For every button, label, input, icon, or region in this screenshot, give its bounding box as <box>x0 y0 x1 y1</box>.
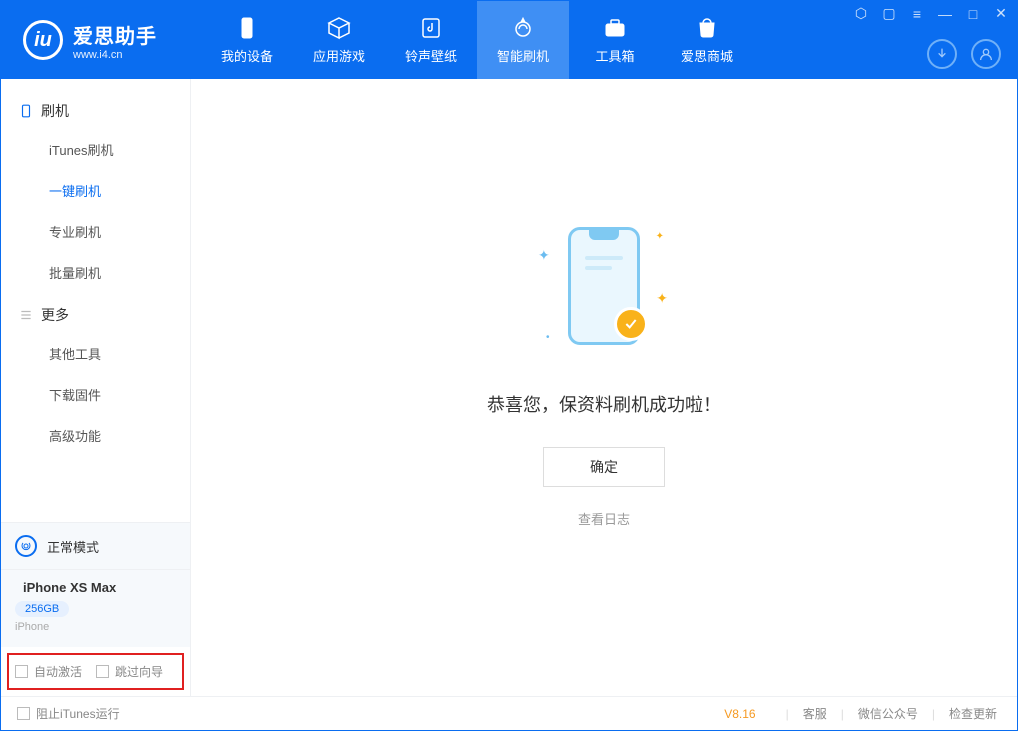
list-icon <box>19 308 33 322</box>
nav-label: 我的设备 <box>221 46 273 65</box>
success-message: 恭喜您，保资料刷机成功啦！ <box>487 391 721 417</box>
shop-icon <box>695 16 719 40</box>
sidebar-scroll: 刷机 iTunes刷机 一键刷机 专业刷机 批量刷机 更多 其他工具 下载固件 … <box>1 79 190 522</box>
device-icon <box>235 16 259 40</box>
mode-icon <box>15 535 37 557</box>
nav-apps-games[interactable]: 应用游戏 <box>293 1 385 79</box>
separator: | <box>932 707 935 721</box>
logo-area: iu 爱思助手 www.i4.cn <box>1 1 201 79</box>
checkbox-label: 阻止iTunes运行 <box>36 705 120 722</box>
group-title: 更多 <box>41 305 69 325</box>
success-hero: ✦ ✦ • ✦ 恭喜您，保资料刷机成功啦！ 确定 查看日志 <box>487 217 721 528</box>
body: 刷机 iTunes刷机 一键刷机 专业刷机 批量刷机 更多 其他工具 下载固件 … <box>1 79 1017 696</box>
app-title: 爱思助手 <box>73 20 157 49</box>
view-log-link[interactable]: 查看日志 <box>578 509 630 528</box>
separator: | <box>786 707 789 721</box>
nav-ringtones-wallpapers[interactable]: 铃声壁纸 <box>385 1 477 79</box>
device-name-row: iPhone XS Max <box>15 580 176 595</box>
phone-illustration: ✦ ✦ • ✦ <box>524 217 684 367</box>
sidebar-item-batch-flash[interactable]: 批量刷机 <box>1 252 190 293</box>
mode-label: 正常模式 <box>47 537 99 556</box>
checkbox-block-itunes[interactable]: 阻止iTunes运行 <box>17 705 120 722</box>
tshirt-icon[interactable]: ⬡ <box>853 5 869 22</box>
device-detail-box[interactable]: iPhone XS Max 256GB iPhone <box>1 569 190 647</box>
download-button[interactable] <box>927 39 957 69</box>
nav-shop[interactable]: 爱思商城 <box>661 1 753 79</box>
sidebar-item-download-firmware[interactable]: 下载固件 <box>1 374 190 415</box>
app-subtitle: www.i4.cn <box>73 49 157 61</box>
checkbox-label: 自动激活 <box>34 663 82 680</box>
user-button[interactable] <box>971 39 1001 69</box>
cube-icon <box>327 16 351 40</box>
sidebar-item-other-tools[interactable]: 其他工具 <box>1 333 190 374</box>
sparkle-icon: ✦ <box>656 231 664 242</box>
footer-link-update[interactable]: 检查更新 <box>945 705 1001 722</box>
checkbox-box <box>15 665 28 678</box>
minimize-button[interactable]: — <box>937 6 953 22</box>
logo-text: 爱思助手 www.i4.cn <box>73 20 157 61</box>
sparkle-icon: ✦ <box>656 290 668 307</box>
nav-label: 爱思商城 <box>681 46 733 65</box>
footer: 阻止iTunes运行 V8.16 | 客服 | 微信公众号 | 检查更新 <box>1 696 1017 730</box>
sidebar: 刷机 iTunes刷机 一键刷机 专业刷机 批量刷机 更多 其他工具 下载固件 … <box>1 79 191 696</box>
checkbox-label: 跳过向导 <box>115 663 163 680</box>
sidebar-group-more: 更多 <box>1 293 190 333</box>
app-window: iu 爱思助手 www.i4.cn 我的设备 应用游戏 铃声壁纸 智能刷机 <box>0 0 1018 731</box>
main-content: ✦ ✦ • ✦ 恭喜您，保资料刷机成功啦！ 确定 查看日志 <box>191 79 1017 696</box>
sidebar-item-oneclick-flash[interactable]: 一键刷机 <box>1 170 190 211</box>
nav-label: 智能刷机 <box>497 46 549 65</box>
sidebar-item-itunes-flash[interactable]: iTunes刷机 <box>1 129 190 170</box>
device-type: iPhone <box>15 621 176 633</box>
separator: | <box>841 707 844 721</box>
footer-link-support[interactable]: 客服 <box>799 705 831 722</box>
main-nav: 我的设备 应用游戏 铃声壁纸 智能刷机 工具箱 爱思商城 <box>201 1 753 79</box>
flash-options-row: 自动激活 跳过向导 <box>7 653 184 690</box>
music-icon <box>419 16 443 40</box>
sidebar-item-advanced[interactable]: 高级功能 <box>1 415 190 456</box>
device-storage-badge: 256GB <box>15 601 69 617</box>
ok-button[interactable]: 确定 <box>543 447 665 487</box>
checkbox-box <box>17 707 30 720</box>
nav-label: 工具箱 <box>595 46 634 65</box>
footer-link-wechat[interactable]: 微信公众号 <box>854 705 922 722</box>
logo-icon: iu <box>23 20 63 60</box>
menu-icon[interactable]: ≡ <box>909 6 925 22</box>
refresh-icon <box>511 16 535 40</box>
header: iu 爱思助手 www.i4.cn 我的设备 应用游戏 铃声壁纸 智能刷机 <box>1 1 1017 79</box>
sparkle-icon: ✦ <box>538 247 550 264</box>
checkbox-box <box>96 665 109 678</box>
header-right-icons <box>927 39 1001 69</box>
device-name: iPhone XS Max <box>23 580 116 595</box>
group-title: 刷机 <box>41 101 69 121</box>
sidebar-item-pro-flash[interactable]: 专业刷机 <box>1 211 190 252</box>
sparkle-icon: • <box>546 332 550 343</box>
nav-label: 应用游戏 <box>313 46 365 65</box>
sidebar-group-flash: 刷机 <box>1 89 190 129</box>
phone-icon <box>19 104 33 118</box>
maximize-button[interactable]: □ <box>965 6 981 22</box>
version-label: V8.16 <box>724 707 755 721</box>
nav-toolbox[interactable]: 工具箱 <box>569 1 661 79</box>
toolbox-icon <box>603 16 627 40</box>
device-panel: 正常模式 iPhone XS Max 256GB iPhone <box>1 522 190 647</box>
device-mode-box[interactable]: 正常模式 <box>1 522 190 569</box>
checkbox-auto-activate[interactable]: 自动激活 <box>15 663 82 680</box>
close-button[interactable]: ✕ <box>993 5 1009 22</box>
titlebar-controls: ⬡ ▢ ≡ — □ ✕ <box>853 5 1009 22</box>
nav-my-device[interactable]: 我的设备 <box>201 1 293 79</box>
nav-label: 铃声壁纸 <box>405 46 457 65</box>
checkbox-skip-guide[interactable]: 跳过向导 <box>96 663 163 680</box>
feedback-icon[interactable]: ▢ <box>881 5 897 22</box>
nav-smart-flash[interactable]: 智能刷机 <box>477 1 569 79</box>
check-badge-icon <box>614 307 648 341</box>
